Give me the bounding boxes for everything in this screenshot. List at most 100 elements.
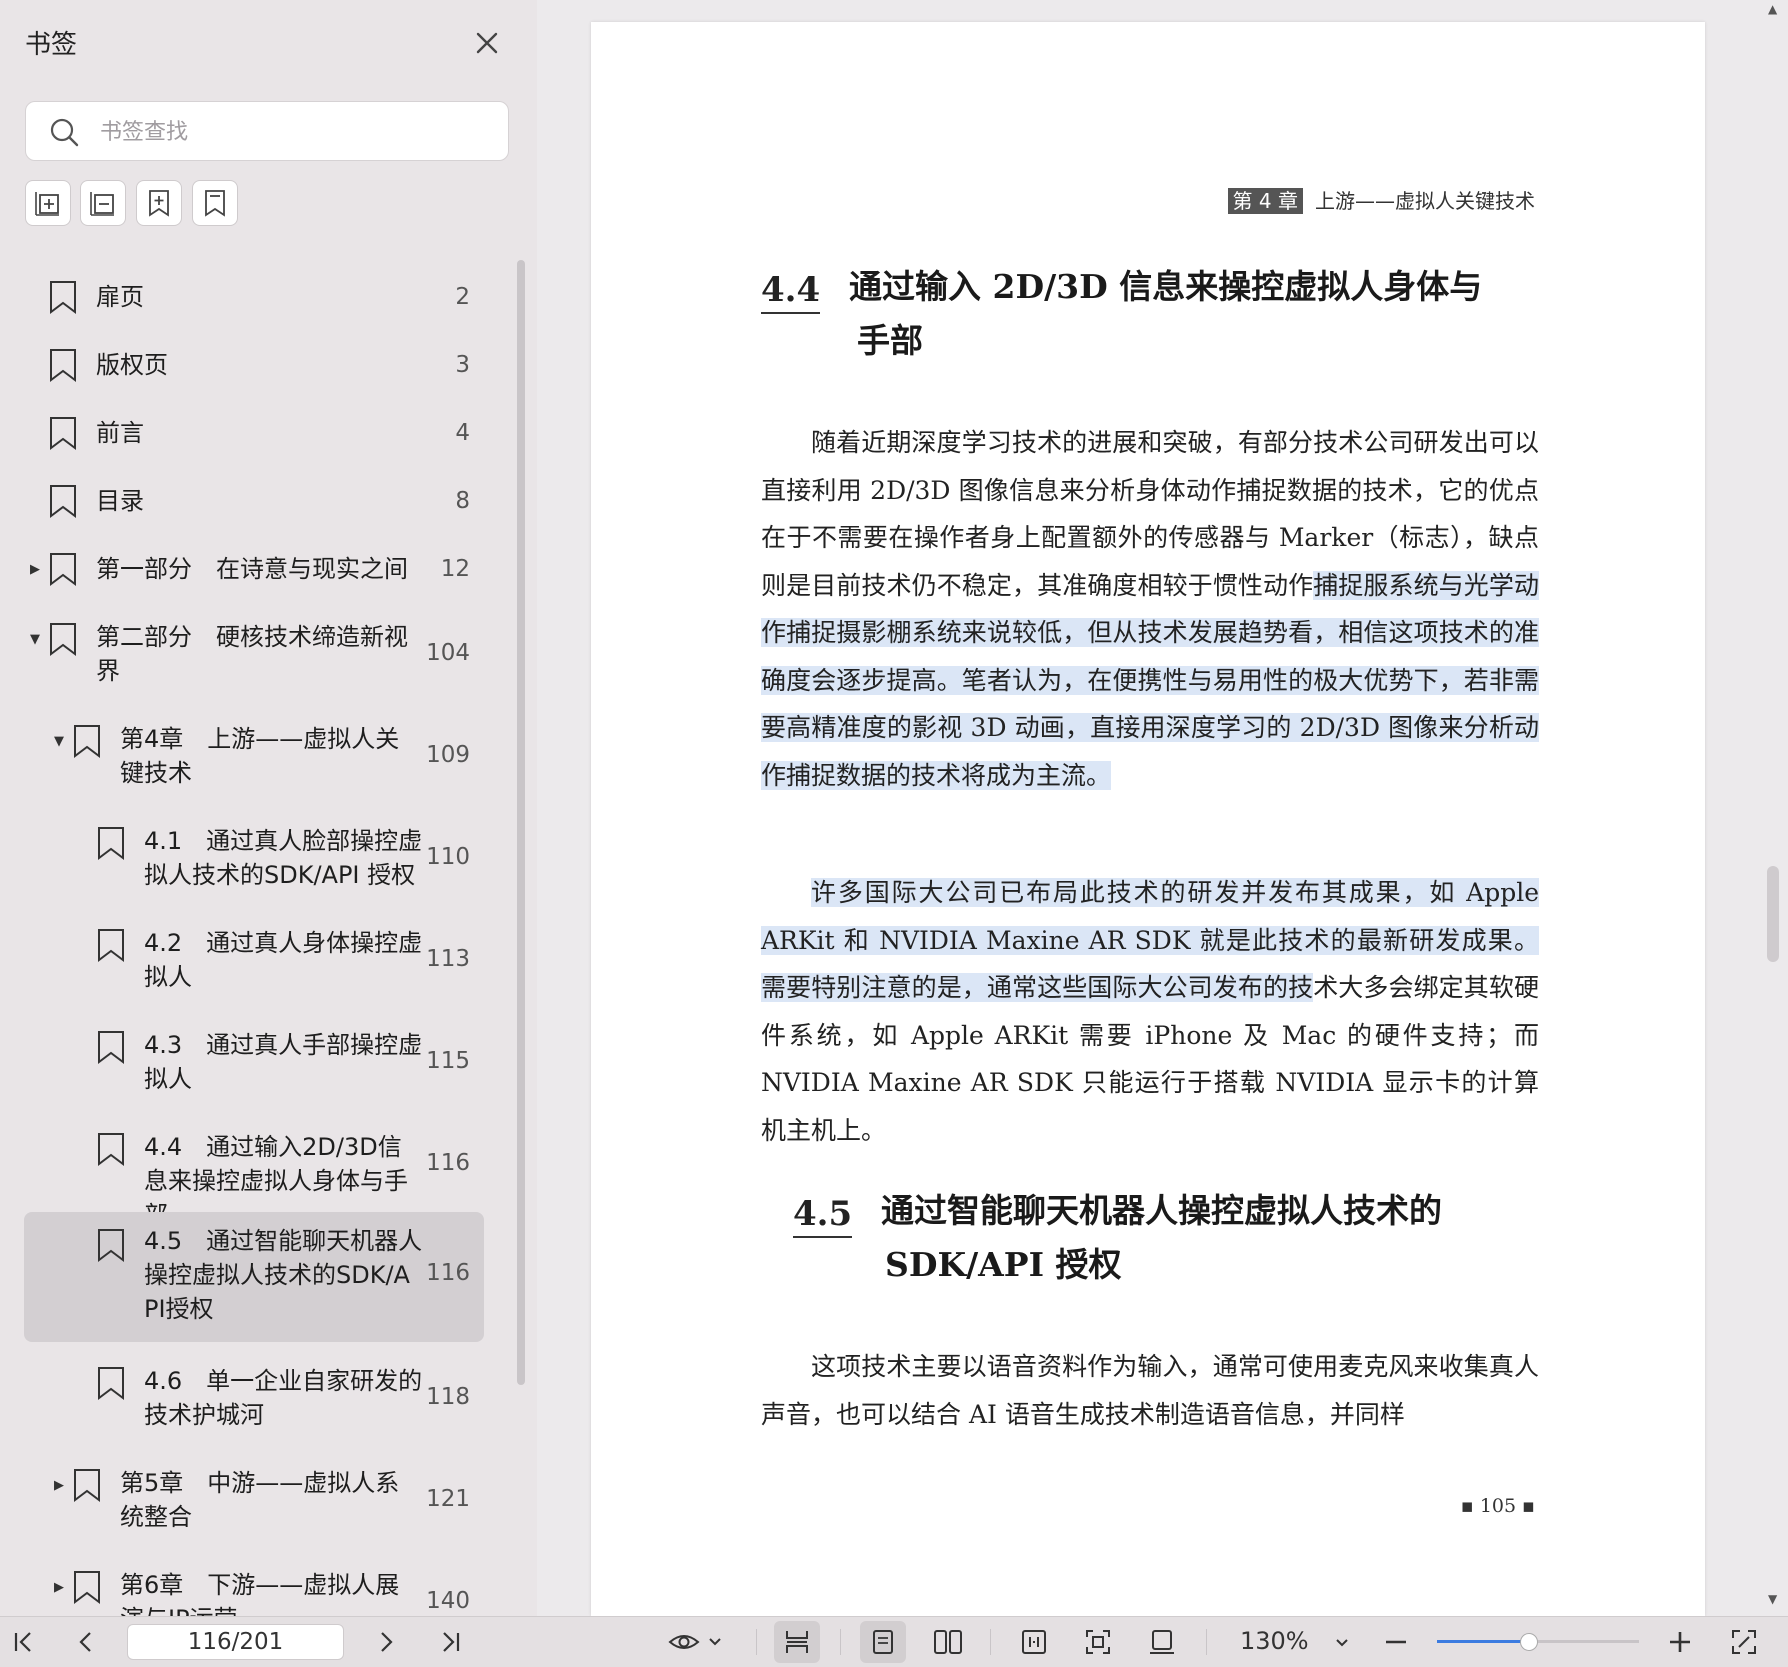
sidebar-scrollbar[interactable] <box>517 260 525 1385</box>
zoom-slider-fill <box>1437 1640 1528 1643</box>
document-page: 第 4 章上游——虚拟人关键技术 4.4 通过输入 2D/3D 信息来操控虚拟人… <box>591 22 1705 1616</box>
zoom-out-icon[interactable] <box>1380 1626 1412 1658</box>
bookmark-label: 扉页 <box>96 283 144 311</box>
body-text: 这项技术主要以语音资料作为输入，通常可使用麦克风来收集真人声音，也可以结合 AI… <box>761 1352 1539 1429</box>
bookmark-label: 4.1 通过真人脸部操控虚拟人技术的SDK/API 授权 <box>144 827 423 889</box>
previous-page-icon[interactable] <box>70 1626 102 1658</box>
fit-width-icon[interactable] <box>1018 1626 1050 1658</box>
bookmark-item[interactable]: 版权页 3 <box>0 338 520 392</box>
bookmark-item[interactable]: 前言 4 <box>0 406 520 460</box>
bookmark-page-number: 104 <box>426 640 470 666</box>
zoom-slider[interactable] <box>1437 1633 1639 1651</box>
bookmark-icon <box>74 725 100 758</box>
two-page-icon[interactable] <box>932 1626 964 1658</box>
document-scrollbar[interactable] <box>1767 866 1779 962</box>
bookmark-search-input[interactable] <box>98 112 492 152</box>
section-title: 通过智能聊天机器人操控虚拟人技术的 <box>881 1191 1442 1230</box>
bookmark-sidebar: 书签 书签查找 扉页 2 版权页 3 前言 4 目录 8 ▶ 第一部分 在诗意与… <box>0 0 538 1616</box>
bookmark-item[interactable]: 扉页 2 <box>0 270 520 324</box>
bookmark-page-number: 118 <box>426 1384 470 1410</box>
bookmark-label: 目录 <box>96 487 144 515</box>
scroll-up-arrow-icon[interactable]: ▲ <box>1768 2 1777 16</box>
bookmark-page-number: 116 <box>426 1150 470 1176</box>
scroll-down-arrow-icon[interactable]: ▼ <box>1768 1592 1777 1606</box>
bookmark-item[interactable]: 目录 8 <box>0 474 520 528</box>
body-paragraph[interactable]: 随着近期深度学习技术的进展和突破，有部分技术公司研发出可以直接利用 2D/3D … <box>761 419 1539 799</box>
bookmark-label: 第4章 上游——虚拟人关键技术 <box>120 725 400 787</box>
bookmark-button[interactable] <box>192 180 238 226</box>
bookmark-page-number: 110 <box>426 844 470 870</box>
bookmark-item-section[interactable]: 4.2 通过真人身体操控虚拟人 113 <box>0 916 520 1004</box>
expand-arrow-icon[interactable]: ▶ <box>30 563 44 577</box>
eye-view-mode-icon[interactable] <box>666 1626 726 1658</box>
bookmark-item-section[interactable]: 4.6 单一企业自家研发的技术护城河 118 <box>0 1354 520 1442</box>
expand-all-icon <box>35 192 59 216</box>
continuous-scroll-icon[interactable] <box>774 1621 820 1663</box>
bookmark-search-field[interactable] <box>25 101 509 161</box>
collapse-arrow-icon[interactable]: ▼ <box>30 633 44 647</box>
bookmark-page-number: 4 <box>455 420 470 446</box>
highlighted-text[interactable]: 捕捉服系统与光学动作捕捉摄影棚系统来说较低，但从技术发展趋势看，相信这项技术的准… <box>761 570 1539 790</box>
bookmark-page-number: 2 <box>455 284 470 310</box>
expand-arrow-icon[interactable]: ▶ <box>54 1479 68 1493</box>
bookmark-item-chapter-6[interactable]: ▶ 第6章 下游——虚拟人展演与IP运营 140 <box>0 1558 520 1616</box>
fit-page-icon[interactable] <box>1082 1626 1114 1658</box>
bookmark-label: 第二部分 硬核技术缔造新视界 <box>96 623 408 685</box>
toolbar-divider <box>1206 1629 1207 1655</box>
single-page-icon[interactable] <box>860 1621 906 1663</box>
bookmark-icon <box>98 1133 124 1166</box>
bookmark-icon <box>98 827 124 860</box>
toolbar-divider <box>990 1629 991 1655</box>
bookmark-item-part-1[interactable]: ▶ 第一部分 在诗意与现实之间 12 <box>0 542 520 596</box>
page-number-value: 105 <box>1479 1495 1517 1517</box>
add-bookmark-button[interactable] <box>136 180 182 226</box>
bookmark-label: 4.6 单一企业自家研发的技术护城河 <box>144 1367 423 1429</box>
bookmark-item-chapter-5[interactable]: ▶ 第5章 中游——虚拟人系统整合 121 <box>0 1456 520 1544</box>
collapse-all-icon <box>90 192 114 216</box>
bookmark-list: 扉页 2 版权页 3 前言 4 目录 8 ▶ 第一部分 在诗意与现实之间 12 <box>0 255 520 1616</box>
close-icon[interactable] <box>470 26 504 60</box>
fullscreen-icon[interactable] <box>1728 1626 1760 1658</box>
toolbar-divider <box>840 1629 841 1655</box>
bookmark-icon <box>50 349 76 382</box>
bookmark-page-number: 113 <box>426 946 470 972</box>
bookmark-item-section[interactable]: 4.3 通过真人手部操控虚拟人 115 <box>0 1018 520 1106</box>
zoom-dropdown-chevron-icon[interactable] <box>1326 1626 1358 1658</box>
section-number: 4.4 <box>761 270 821 314</box>
bookmark-item-section[interactable]: 4.4 通过输入2D/3D信息来操控虚拟人身体与手部 116 <box>0 1120 520 1229</box>
document-viewer: 第 4 章上游——虚拟人关键技术 4.4 通过输入 2D/3D 信息来操控虚拟人… <box>537 0 1788 1616</box>
bookmark-page-number: 121 <box>426 1486 470 1512</box>
bookmark-icon <box>74 1571 100 1604</box>
expand-arrow-icon[interactable]: ▶ <box>54 1581 68 1595</box>
sidebar-title: 书签 <box>25 30 78 60</box>
bookmark-item-part-2[interactable]: ▼ 第二部分 硬核技术缔造新视界 104 <box>0 610 520 698</box>
section-title: 手部 <box>857 321 923 360</box>
collapse-all-button[interactable] <box>80 180 126 226</box>
bookmark-item-chapter-4[interactable]: ▼ 第4章 上游——虚拟人关键技术 109 <box>0 712 520 800</box>
expand-all-button[interactable] <box>25 180 71 226</box>
bookmark-item-section[interactable]: 4.1 通过真人脸部操控虚拟人技术的SDK/API 授权 110 <box>0 814 520 902</box>
rotate-page-icon[interactable] <box>1146 1626 1178 1658</box>
bookmark-label: 第5章 中游——虚拟人系统整合 <box>120 1469 400 1531</box>
section-number: 4.5 <box>793 1194 853 1238</box>
bookmark-icon <box>205 190 225 217</box>
running-head-title: 上游——虚拟人关键技术 <box>1315 189 1535 213</box>
zoom-slider-thumb[interactable] <box>1519 1633 1538 1651</box>
zoom-in-icon[interactable] <box>1664 1626 1696 1658</box>
bookmark-label: 4.2 通过真人身体操控虚拟人 <box>144 929 423 991</box>
bookmark-icon <box>98 1229 124 1262</box>
bookmark-page-number: 12 <box>440 556 470 582</box>
body-paragraph[interactable]: 这项技术主要以语音资料作为输入，通常可使用麦克风来收集真人声音，也可以结合 AI… <box>761 1343 1539 1438</box>
page-number-input[interactable] <box>127 1624 344 1660</box>
bookmark-icon <box>50 281 76 314</box>
zoom-level[interactable]: 130% <box>1240 1627 1309 1655</box>
bookmark-icon <box>50 417 76 450</box>
first-page-icon[interactable] <box>8 1626 40 1658</box>
collapse-arrow-icon[interactable]: ▼ <box>54 735 68 749</box>
bookmark-item-section-selected[interactable]: 4.5 通过智能聊天机器人操控虚拟人技术的SDK/API授权 116 <box>0 1212 520 1342</box>
bookmark-label: 第一部分 在诗意与现实之间 <box>96 555 408 583</box>
body-paragraph[interactable]: 许多国际大公司已布局此技术的研发并发布其成果，如 Apple ARKit 和 N… <box>761 869 1539 1154</box>
next-page-icon[interactable] <box>370 1626 402 1658</box>
bookmark-page-number: 109 <box>426 742 470 768</box>
last-page-icon[interactable] <box>434 1626 466 1658</box>
